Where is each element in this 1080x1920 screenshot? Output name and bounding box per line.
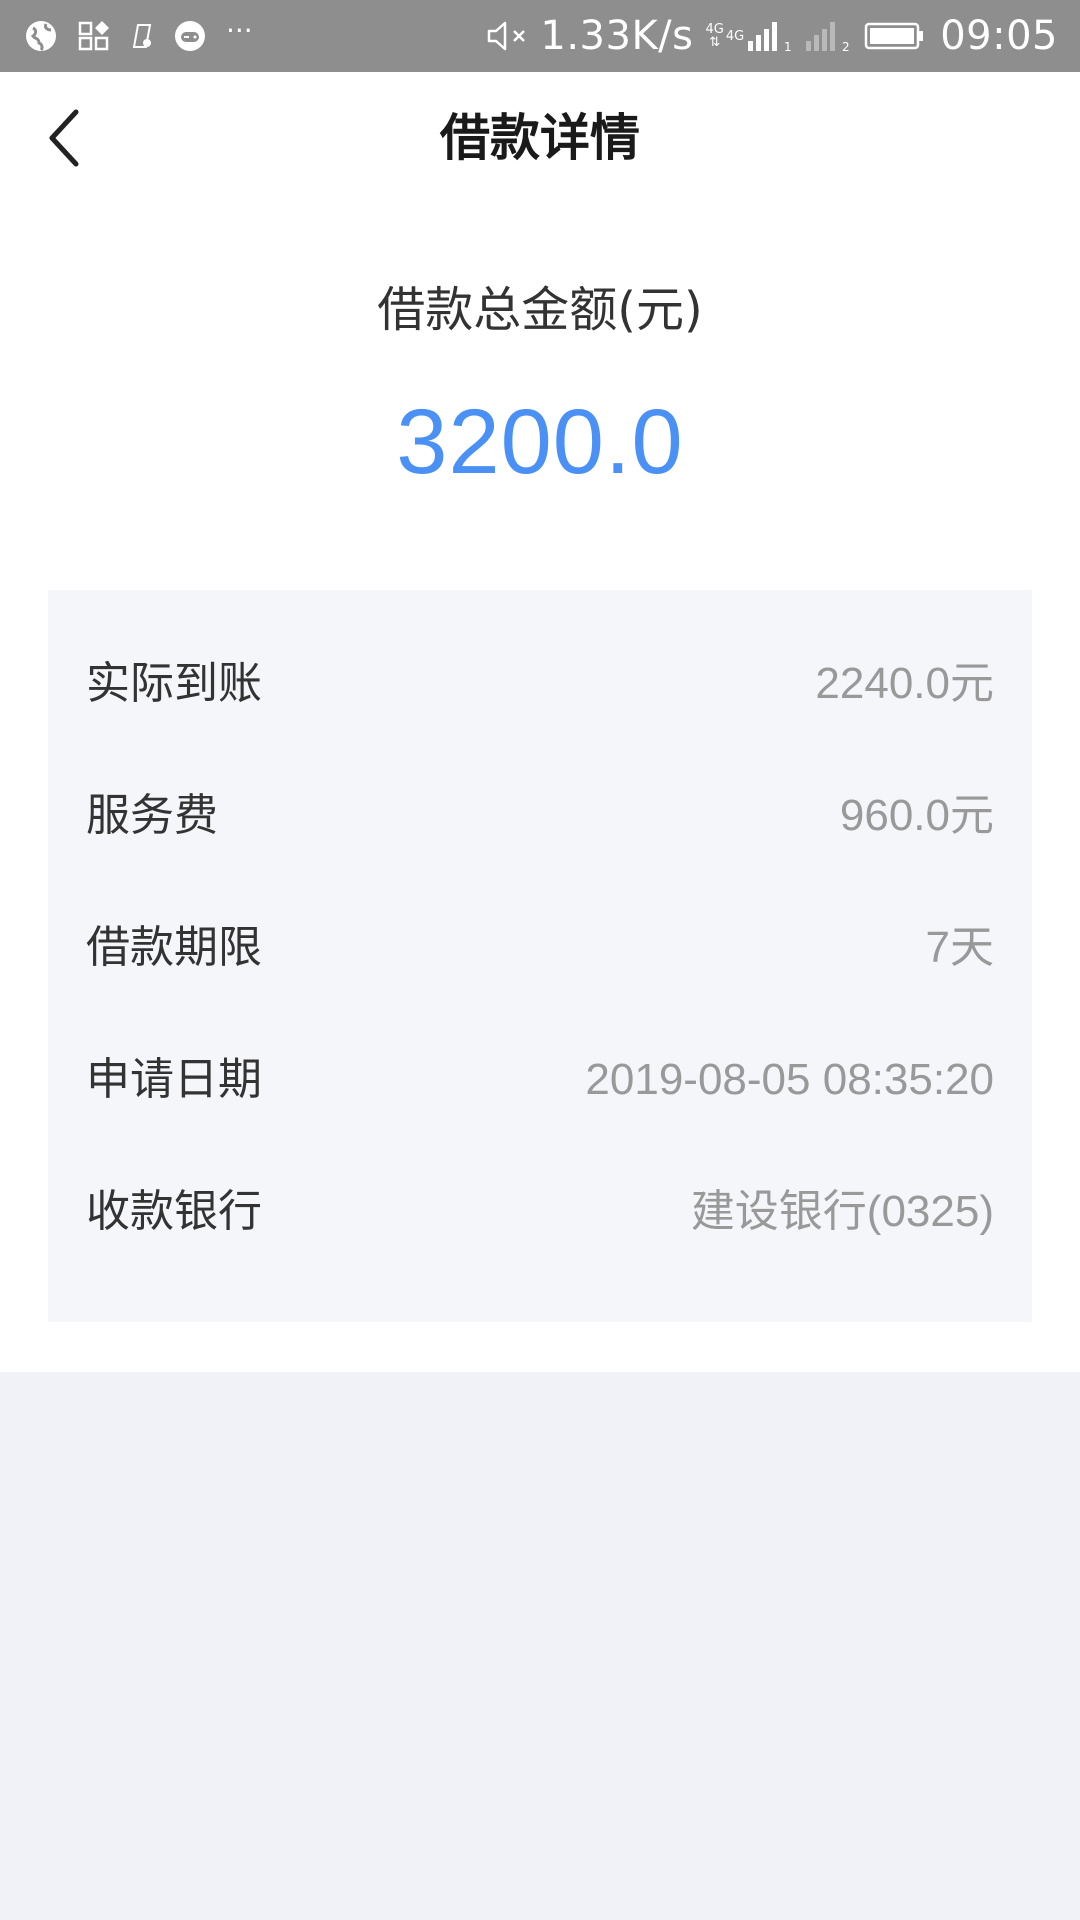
detail-value: 2019-08-05 08:35:20 bbox=[585, 1055, 994, 1104]
battery-icon bbox=[864, 21, 926, 51]
detail-row-service-fee: 服务费 960.0元 bbox=[86, 756, 994, 876]
network-type-2-label: 4G bbox=[725, 28, 745, 44]
loan-detail-card: 实际到账 2240.0元 服务费 960.0元 借款期限 7天 申请日期 201… bbox=[48, 590, 1032, 1322]
detail-value: 建设银行(0325) bbox=[690, 1187, 994, 1236]
signal-sim1-icon: 1 bbox=[746, 19, 794, 53]
sim1-label: 1 bbox=[784, 40, 792, 53]
network-speed: 1.33K/s bbox=[540, 13, 694, 59]
sim-icon bbox=[132, 23, 154, 49]
clock: 09:05 bbox=[940, 13, 1058, 59]
total-amount-value: 3200.0 bbox=[396, 391, 684, 493]
gamepad-icon bbox=[174, 20, 206, 52]
detail-label: 服务费 bbox=[86, 790, 218, 841]
total-amount-label: 借款总金额(元) bbox=[377, 282, 703, 338]
status-bar: ··· 1.33K/s 4G ⇅ 4G 1 2 09:05 bbox=[0, 0, 1080, 72]
status-bar-left: ··· bbox=[24, 0, 253, 72]
detail-row-bank: 收款银行 建设银行(0325) bbox=[86, 1152, 994, 1272]
sim2-label: 2 bbox=[842, 40, 850, 53]
speaker-mute-icon bbox=[486, 19, 530, 53]
app-header: 借款详情 bbox=[0, 72, 1080, 204]
detail-label: 收款银行 bbox=[86, 1186, 262, 1237]
detail-label: 申请日期 bbox=[86, 1054, 262, 1105]
detail-label: 实际到账 bbox=[86, 658, 262, 709]
detail-value: 960.0元 bbox=[839, 791, 994, 840]
globe-icon bbox=[24, 19, 58, 53]
data-arrows-icon: ⇅ bbox=[709, 35, 721, 50]
page-title: 借款详情 bbox=[440, 109, 640, 167]
detail-row-received: 实际到账 2240.0元 bbox=[86, 624, 994, 744]
detail-row-term: 借款期限 7天 bbox=[86, 888, 994, 1008]
detail-row-apply-date: 申请日期 2019-08-05 08:35:20 bbox=[86, 1020, 994, 1140]
signal-sim2-icon: 2 bbox=[804, 19, 852, 53]
status-bar-right: 1.33K/s 4G ⇅ 4G 1 2 09:05 bbox=[486, 0, 1058, 72]
network-type-1: 4G ⇅ bbox=[706, 23, 724, 49]
detail-value: 2240.0元 bbox=[815, 659, 994, 708]
loan-detail-content: 借款总金额(元) 3200.0 实际到账 2240.0元 服务费 960.0元 … bbox=[0, 204, 1080, 1372]
more-notifications-icon: ··· bbox=[226, 14, 253, 47]
detail-label: 借款期限 bbox=[86, 922, 262, 973]
detail-value: 7天 bbox=[925, 923, 994, 972]
network-type-2: 4G bbox=[726, 30, 744, 43]
apps-icon bbox=[78, 21, 112, 51]
